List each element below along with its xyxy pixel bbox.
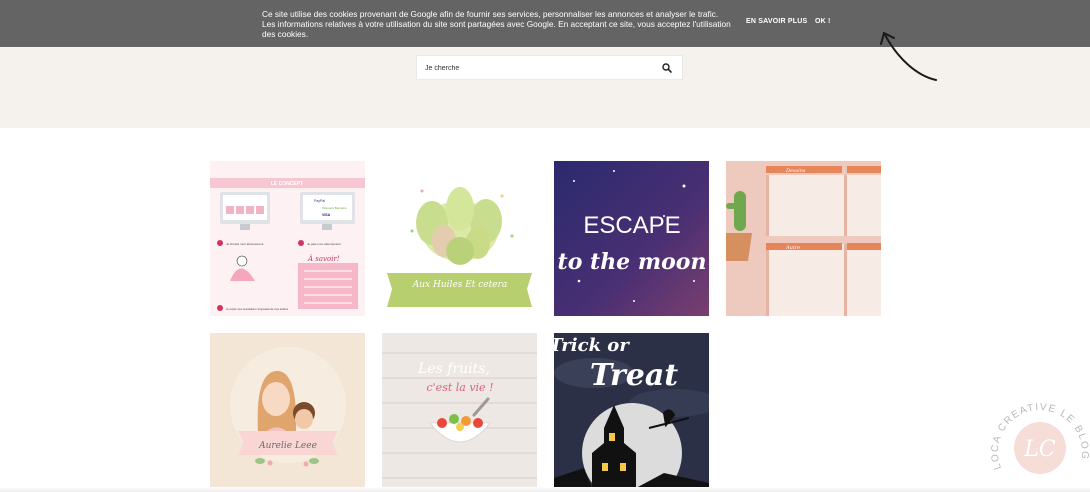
planner-header2: Autre xyxy=(785,245,800,251)
payment-transfer: Virement Bancaire xyxy=(322,206,347,210)
fruits-line1: Les fruits, xyxy=(417,361,490,377)
search-icon[interactable] xyxy=(661,62,673,74)
concept-illustration: LE CONCEPT PayPal Virement Bancaire VISA… xyxy=(210,161,365,316)
gallery-tile-halloween[interactable]: Trick or Treat xyxy=(554,333,709,488)
cookie-message: Ce site utilise des cookies provenant de… xyxy=(262,9,731,39)
planner-header1: Dessins xyxy=(785,168,806,174)
concept-step1: Je choisis mon abonnement xyxy=(226,242,264,246)
bottom-shadow xyxy=(0,487,1090,492)
concept-step3: Je reçois mes newsletters composées de m… xyxy=(226,307,289,311)
escape-line1: ESCAPE xyxy=(583,212,680,239)
gallery-tile-planner[interactable]: Dessins Autre xyxy=(726,161,881,316)
gallery-tile-fruits[interactable]: Les fruits, c'est la vie ! xyxy=(382,333,537,488)
halloween-illustration: Trick or Treat xyxy=(554,333,709,488)
search-input[interactable] xyxy=(425,60,655,76)
pointer-arrow xyxy=(880,32,937,81)
cookie-accept-button[interactable]: OK ! xyxy=(815,18,831,25)
concept-title: LE CONCEPT xyxy=(271,181,303,187)
planner-illustration: Dessins Autre xyxy=(726,161,881,316)
blog-watermark-logo: LOCA CREATIVE LE BLOG LC xyxy=(990,402,1089,474)
learn-more-link[interactable]: EN SAVOIR PLUS xyxy=(746,18,807,25)
fruits-line2: c'est la vie ! xyxy=(427,381,494,394)
aurelie-banner: Aurelie Leee xyxy=(258,441,317,451)
gallery-tile-aurelie[interactable]: Aurelie Leee xyxy=(210,333,365,488)
search-bar xyxy=(416,55,683,80)
watermark-monogram: LC xyxy=(1023,437,1056,462)
concept-know: À savoir! xyxy=(307,254,340,263)
fruits-illustration: Les fruits, c'est la vie ! xyxy=(382,333,537,488)
payment-visa: VISA xyxy=(322,213,331,217)
huiles-illustration: Aux Huiles Et cetera xyxy=(382,161,537,316)
escape-line2: to the moon xyxy=(558,249,707,275)
aurelie-illustration: Aurelie Leee xyxy=(210,333,365,488)
payment-paypal: PayPal xyxy=(314,199,325,203)
gallery-tile-huiles[interactable]: Aux Huiles Et cetera xyxy=(382,161,537,316)
concept-step2: Je paie mon abonnement xyxy=(307,242,341,246)
halloween-line1: Trick or xyxy=(554,335,630,356)
gallery-tile-escape[interactable]: ESCAPE to the moon xyxy=(554,161,709,316)
escape-illustration: ESCAPE to the moon xyxy=(554,161,709,316)
halloween-line2: Treat xyxy=(590,358,678,393)
gallery-tile-concept[interactable]: LE CONCEPT PayPal Virement Bancaire VISA… xyxy=(210,161,365,316)
huiles-banner: Aux Huiles Et cetera xyxy=(412,280,507,290)
